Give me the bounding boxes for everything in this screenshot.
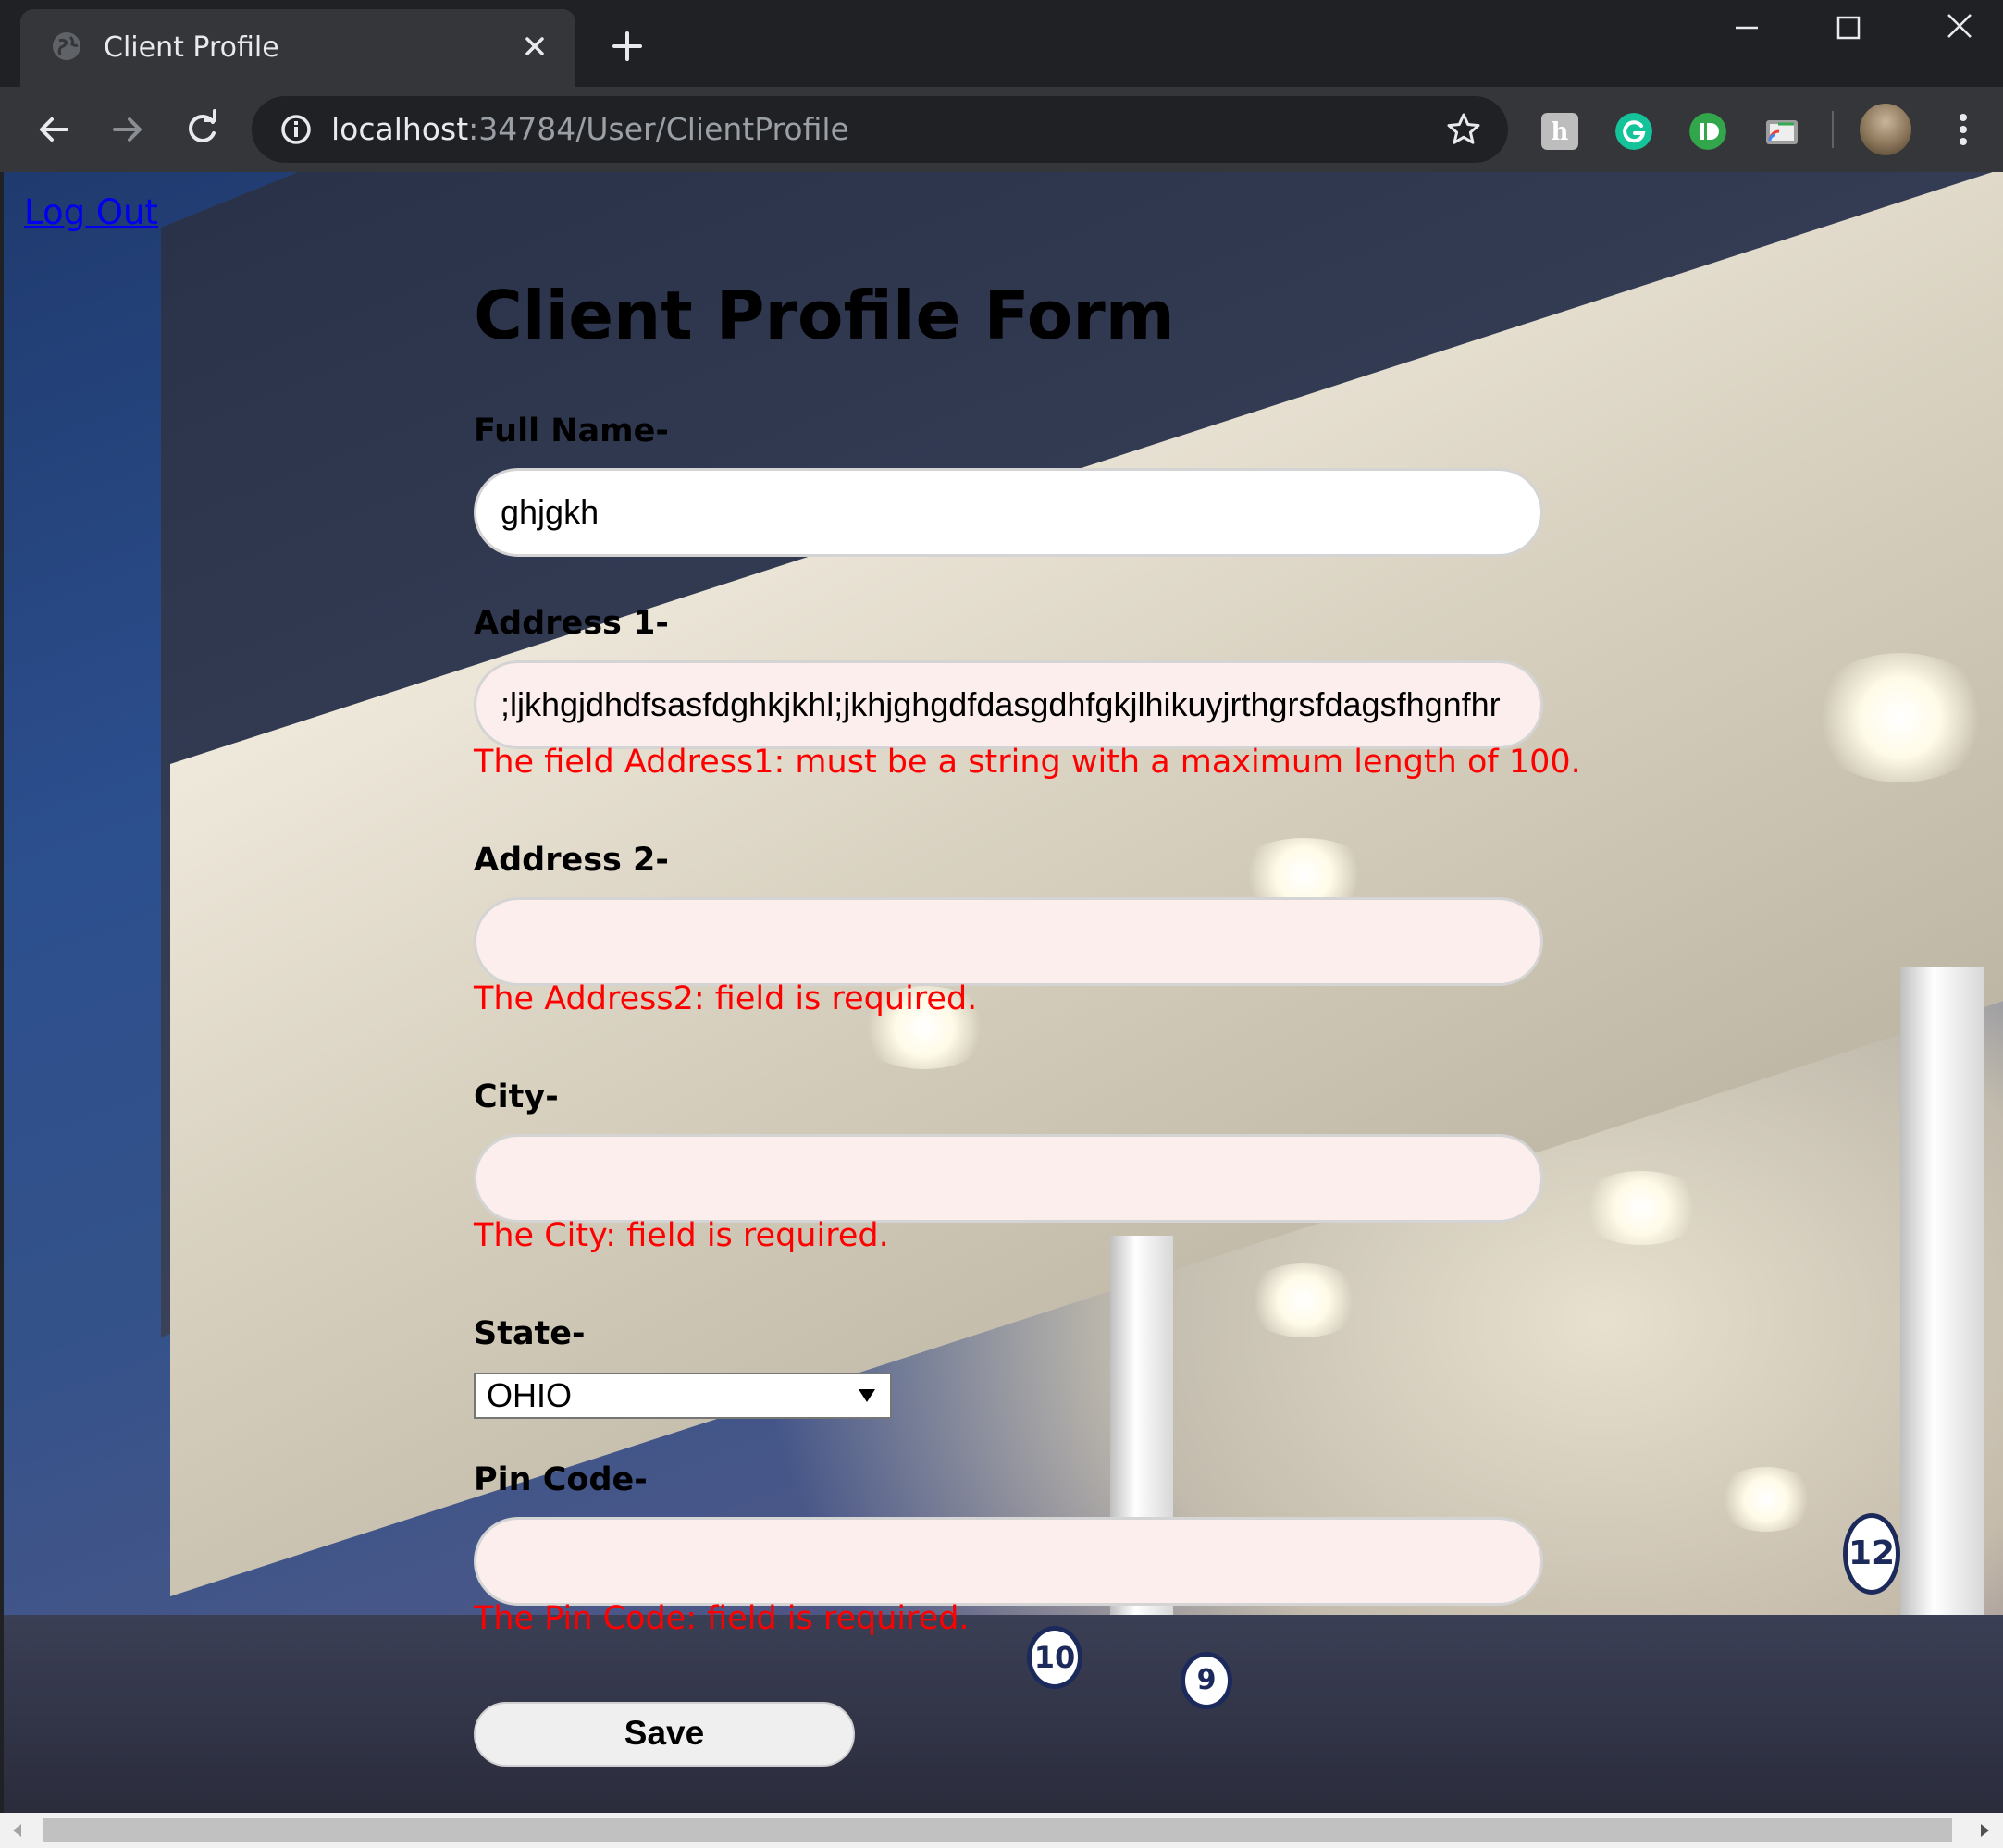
maximize-icon[interactable]: [1832, 11, 1865, 44]
chromecast-extension-icon[interactable]: [1763, 113, 1800, 150]
address-bar[interactable]: localhost:34784/User/ClientProfile: [252, 96, 1508, 163]
tab-title: Client Profile: [104, 31, 279, 64]
horizontal-scrollbar[interactable]: [0, 1813, 2003, 1848]
pump-number-badge: 9: [1181, 1652, 1232, 1709]
close-icon[interactable]: [520, 31, 550, 61]
scroll-left-arrow-icon[interactable]: [9, 1822, 26, 1839]
ground: [4, 1615, 2003, 1813]
address2-label: Address 2-: [474, 842, 669, 879]
city-input[interactable]: [474, 1134, 1543, 1223]
page-title: Client Profile Form: [474, 277, 1175, 354]
svg-text:h: h: [1552, 118, 1569, 146]
kebab-menu-icon[interactable]: [1943, 109, 1984, 150]
reload-icon[interactable]: [181, 109, 222, 150]
browser-window: Client Profile localhost:34784/User/Clie…: [0, 0, 2003, 1848]
ceiling-lamp: [1808, 653, 1993, 782]
save-button[interactable]: Save: [474, 1702, 855, 1767]
plus-icon[interactable]: [611, 30, 644, 63]
pump-number-badge: 10: [1027, 1626, 1082, 1689]
browser-toolbar: localhost:34784/User/ClientProfile h: [0, 87, 2003, 172]
address1-label: Address 1-: [474, 605, 669, 642]
address1-input[interactable]: ;ljkhgjdhdfsasfdghkjkhl;jkhjghgdfdasgdhf…: [474, 660, 1543, 749]
full-name-label: Full Name-: [474, 413, 669, 450]
url-path: :34784/User/ClientProfile: [468, 111, 849, 147]
address1-error: The field Address1: must be a string wit…: [474, 744, 1581, 781]
tab-strip: Client Profile: [0, 0, 2003, 87]
city-error: The City: field is required.: [474, 1217, 889, 1254]
minimize-icon[interactable]: [1730, 11, 1763, 44]
address2-error: The Address2: field is required.: [474, 980, 978, 1017]
ceiling-lamp: [1576, 1171, 1706, 1245]
back-arrow-icon[interactable]: [33, 109, 74, 150]
url-host: localhost: [331, 111, 469, 147]
globe-icon: [53, 32, 80, 60]
scroll-right-arrow-icon[interactable]: [1976, 1822, 1993, 1839]
tab-client-profile[interactable]: Client Profile: [20, 9, 575, 87]
honey-extension-icon[interactable]: h: [1541, 113, 1578, 150]
url-text[interactable]: localhost:34784/User/ClientProfile: [331, 109, 849, 150]
state-select[interactable]: OHIO: [474, 1373, 892, 1419]
star-icon[interactable]: [1445, 111, 1482, 148]
state-selected-value: OHIO: [487, 1376, 573, 1414]
forward-arrow-icon[interactable]: [107, 109, 148, 150]
profile-avatar[interactable]: [1860, 104, 1911, 155]
address2-input[interactable]: [474, 897, 1543, 986]
pin-code-label: Pin Code-: [474, 1461, 648, 1498]
dashlane-extension-icon[interactable]: [1689, 113, 1726, 150]
grammarly-extension-icon[interactable]: [1615, 113, 1652, 150]
full-name-input[interactable]: ghjgkh: [474, 468, 1543, 557]
dropdown-arrow-icon: [859, 1389, 875, 1402]
close-icon[interactable]: [1941, 7, 1978, 44]
city-label: City-: [474, 1078, 559, 1115]
page-viewport: 10 9 12 Log Out Client Profile Form Full…: [4, 172, 2003, 1813]
pump-number-badge: 12: [1843, 1513, 1900, 1595]
pin-code-input[interactable]: [474, 1517, 1543, 1606]
scrollbar-thumb[interactable]: [43, 1818, 1952, 1842]
state-label: State-: [474, 1315, 586, 1352]
info-icon[interactable]: [279, 113, 313, 146]
pin-code-error: The Pin Code: field is required.: [474, 1600, 970, 1637]
toolbar-divider: [1832, 111, 1834, 148]
logout-link[interactable]: Log Out: [24, 192, 158, 233]
ceiling-lamp: [1243, 1263, 1364, 1337]
ceiling-lamp: [1715, 1467, 1817, 1532]
